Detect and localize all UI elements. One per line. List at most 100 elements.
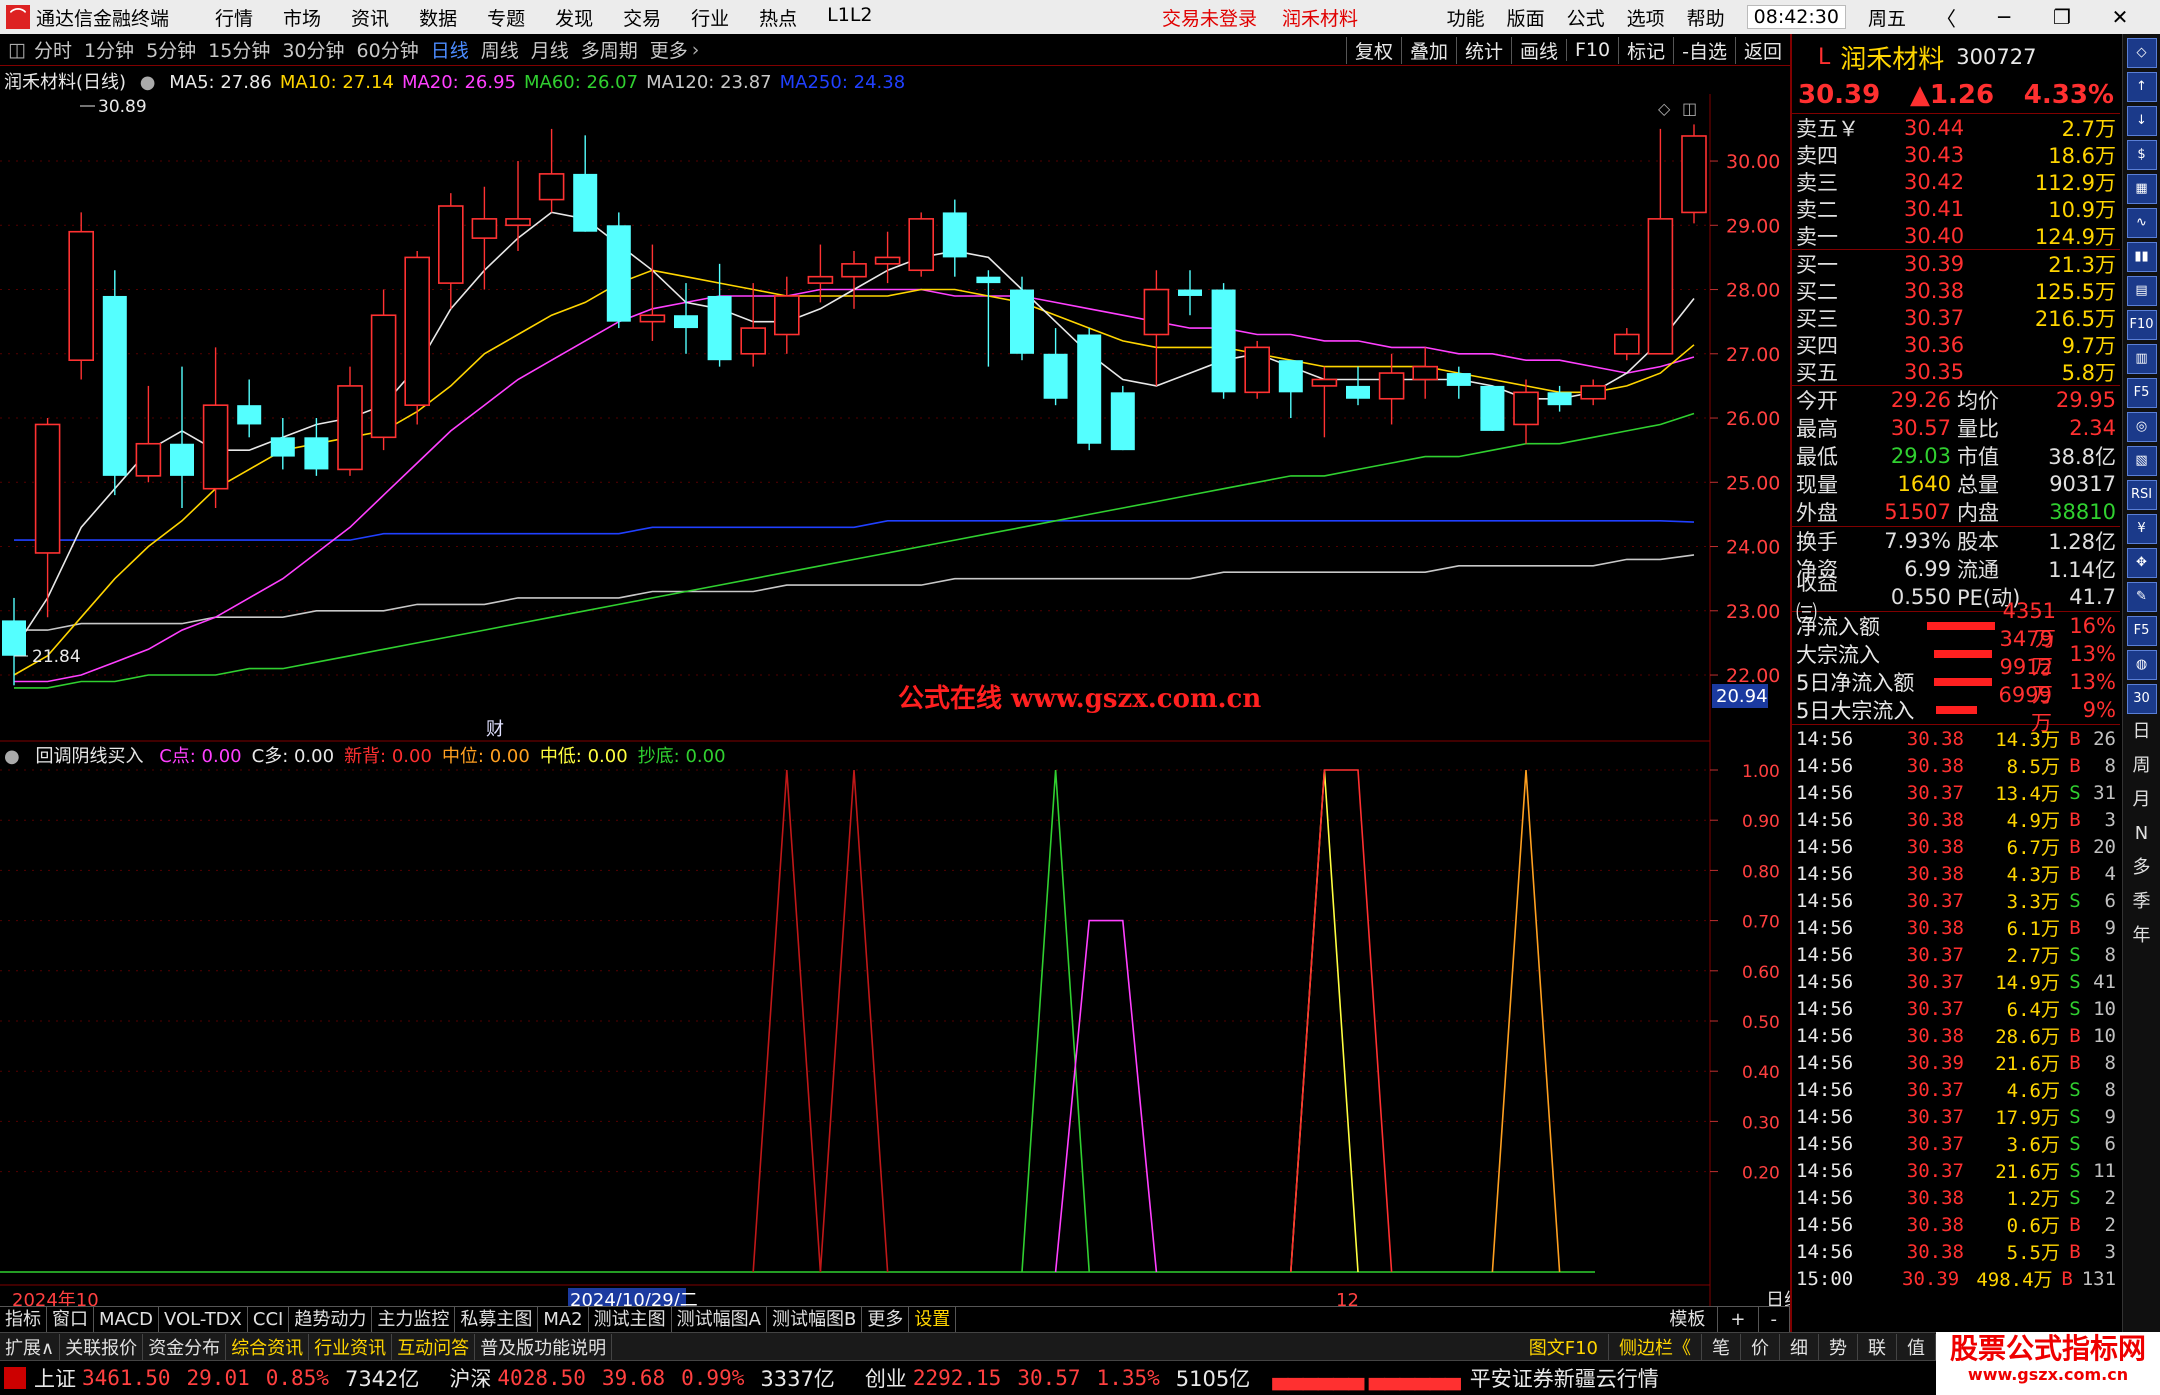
bid-row[interactable]: 买四 30.36 9.7万: [1792, 331, 2120, 358]
menu-right-item[interactable]: 功能: [1447, 4, 1485, 31]
ask-row[interactable]: 卖一 30.40 124.9万: [1792, 222, 2120, 249]
sidebar-tool-icon[interactable]: ▥: [2126, 344, 2157, 374]
period-tab[interactable]: 更多: [650, 36, 688, 63]
close-icon[interactable]: ✕: [2102, 5, 2138, 29]
indicator-tab[interactable]: 主力监控: [372, 1307, 456, 1332]
sidebar-tool-icon[interactable]: ✥: [2126, 548, 2157, 578]
menu-item[interactable]: 交易: [623, 4, 661, 31]
sidebar-tool-icon[interactable]: RSI: [2126, 480, 2157, 510]
period-tab[interactable]: 5分钟: [146, 36, 196, 63]
indicator-tab[interactable]: 私募主图: [455, 1307, 539, 1332]
menu-right-item[interactable]: 版面: [1507, 4, 1545, 31]
function-tab[interactable]: 资金分布: [143, 1333, 227, 1360]
sidebar-tool-icon[interactable]: $: [2126, 140, 2157, 170]
sidebar-period-button[interactable]: 季: [2127, 888, 2157, 918]
period-tab[interactable]: 1分钟: [84, 36, 134, 63]
chart-tool-button[interactable]: 叠加: [1400, 36, 1456, 64]
sidebar-tool-icon[interactable]: ▦: [2126, 174, 2157, 204]
indicator-settings-icon[interactable]: ●: [4, 746, 20, 767]
menu-item[interactable]: 数据: [419, 4, 457, 31]
side-tab[interactable]: 侧边栏《: [1609, 1333, 1702, 1360]
sidebar-tool-icon[interactable]: ◎: [2126, 412, 2157, 442]
indicator-tab[interactable]: 指标: [0, 1307, 47, 1332]
bid-row[interactable]: 买五 30.35 5.8万: [1792, 358, 2120, 385]
side-tab[interactable]: 值: [1897, 1333, 1936, 1360]
menu-item[interactable]: L1L2: [827, 4, 872, 31]
index-name[interactable]: 沪深: [449, 1363, 491, 1393]
sidebar-tool-icon[interactable]: ↓: [2126, 106, 2157, 136]
sidebar-period-button[interactable]: 月: [2127, 786, 2157, 816]
sidebar-period-button[interactable]: N: [2127, 820, 2157, 850]
indicator-tab[interactable]: CCI: [248, 1307, 290, 1332]
chart-tool-button[interactable]: -自选: [1673, 36, 1735, 64]
sidebar-tool-icon[interactable]: ✎: [2126, 582, 2157, 612]
sidebar-tool-icon[interactable]: 30: [2126, 684, 2157, 714]
ask-row[interactable]: 卖四 30.43 18.6万: [1792, 141, 2120, 168]
sidebar-tool-icon[interactable]: ∿: [2126, 208, 2157, 238]
period-tab[interactable]: 月线: [531, 36, 569, 63]
chart-tool-button[interactable]: 返回: [1734, 36, 1790, 64]
period-tab[interactable]: 60分钟: [357, 36, 419, 63]
menu-right-item[interactable]: 公式: [1567, 4, 1605, 31]
bid-row[interactable]: 买一 30.39 21.3万: [1792, 250, 2120, 277]
index-name[interactable]: 创业: [865, 1363, 907, 1393]
indicator-tab[interactable]: 测试主图: [589, 1307, 672, 1332]
candlestick-chart[interactable]: 30.00 29.00 28.00 27.00 26.00 25.00 24.00 23.00…: [0, 94, 1790, 742]
minimize-icon[interactable]: ─: [1986, 5, 2022, 29]
trade-login-status[interactable]: 交易未登录: [1162, 4, 1257, 31]
bid-row[interactable]: 买三 30.37 216.5万: [1792, 304, 2120, 331]
ask-row[interactable]: 卖二 30.41 10.9万: [1792, 195, 2120, 222]
indicator-tab[interactable]: VOL-TDX: [159, 1307, 248, 1332]
menu-item[interactable]: 行情: [215, 4, 253, 31]
side-tab[interactable]: 图文F10: [1519, 1333, 1609, 1360]
sidebar-tool-icon[interactable]: F5: [2126, 378, 2157, 408]
indicator-tab[interactable]: MACD: [94, 1307, 159, 1332]
index-name[interactable]: 上证: [34, 1363, 76, 1393]
sidebar-period-button[interactable]: 多: [2127, 854, 2157, 884]
sidebar-tool-icon[interactable]: ◇: [2126, 38, 2157, 68]
indicator-tab[interactable]: 设置: [909, 1307, 957, 1332]
menu-item[interactable]: 热点: [759, 4, 797, 31]
period-tab[interactable]: 日线: [431, 36, 469, 63]
chart-tool-button[interactable]: 标记: [1618, 36, 1673, 64]
template-control[interactable]: -: [1759, 1307, 1790, 1332]
sidebar-tool-icon[interactable]: ↑: [2126, 72, 2157, 102]
bid-row[interactable]: 买二 30.38 125.5万: [1792, 277, 2120, 304]
menu-right-item[interactable]: 选项: [1627, 4, 1665, 31]
function-tab[interactable]: 互动问答: [392, 1333, 476, 1360]
sidebar-period-button[interactable]: 周: [2127, 752, 2157, 782]
sidebar-tool-icon[interactable]: F10: [2126, 310, 2157, 340]
period-tab[interactable]: 30分钟: [282, 36, 344, 63]
indicator-tab[interactable]: 趋势动力: [289, 1307, 373, 1332]
network-server[interactable]: 平安证券新疆云行情: [1470, 1363, 1659, 1393]
back-icon[interactable]: 〈: [1928, 3, 1964, 32]
ask-row[interactable]: 卖三 30.42 112.9万: [1792, 168, 2120, 195]
collapse-icon[interactable]: ◫: [8, 39, 26, 61]
ask-row[interactable]: 卖五￥ 30.44 2.7万: [1792, 114, 2120, 141]
indicator-tab[interactable]: 窗口: [47, 1307, 94, 1332]
sidebar-tool-icon[interactable]: F5: [2126, 616, 2157, 646]
side-tab[interactable]: 联: [1858, 1333, 1897, 1360]
settings-circle-icon[interactable]: ●: [140, 72, 156, 93]
more-chevron-icon[interactable]: ›: [692, 39, 700, 61]
sidebar-tool-icon[interactable]: ▮▮: [2126, 242, 2157, 272]
menu-item[interactable]: 市场: [283, 4, 321, 31]
period-tab[interactable]: 多周期: [581, 36, 638, 63]
menu-right-item[interactable]: 帮助: [1687, 4, 1725, 31]
side-tab[interactable]: 价: [1741, 1333, 1780, 1360]
sidebar-tool-icon[interactable]: ▤: [2126, 276, 2157, 306]
indicator-tab[interactable]: 测试幅图B: [767, 1307, 863, 1332]
indicator-tab[interactable]: 测试幅图A: [672, 1307, 767, 1332]
function-tab[interactable]: 行业资讯: [309, 1333, 393, 1360]
tick-list[interactable]: 14:56 30.38 14.3万 B 26 14:56 30.38 8.5万 B 8 14:56 3…: [1792, 725, 2120, 1292]
side-tab[interactable]: 笔: [1702, 1333, 1741, 1360]
menu-item[interactable]: 专题: [487, 4, 525, 31]
chart-tool-button[interactable]: 画线: [1510, 36, 1566, 64]
function-tab[interactable]: 扩展∧: [0, 1333, 61, 1360]
function-tab[interactable]: 综合资讯: [226, 1333, 310, 1360]
sidebar-tool-icon[interactable]: ¥: [2126, 514, 2157, 544]
indicator-chart[interactable]: 1.000.900.800.700.600.500.400.300.202024…: [0, 740, 1790, 1310]
template-control[interactable]: 模板: [1657, 1307, 1719, 1332]
menu-item[interactable]: 行业: [691, 4, 729, 31]
menu-item[interactable]: 发现: [555, 4, 593, 31]
